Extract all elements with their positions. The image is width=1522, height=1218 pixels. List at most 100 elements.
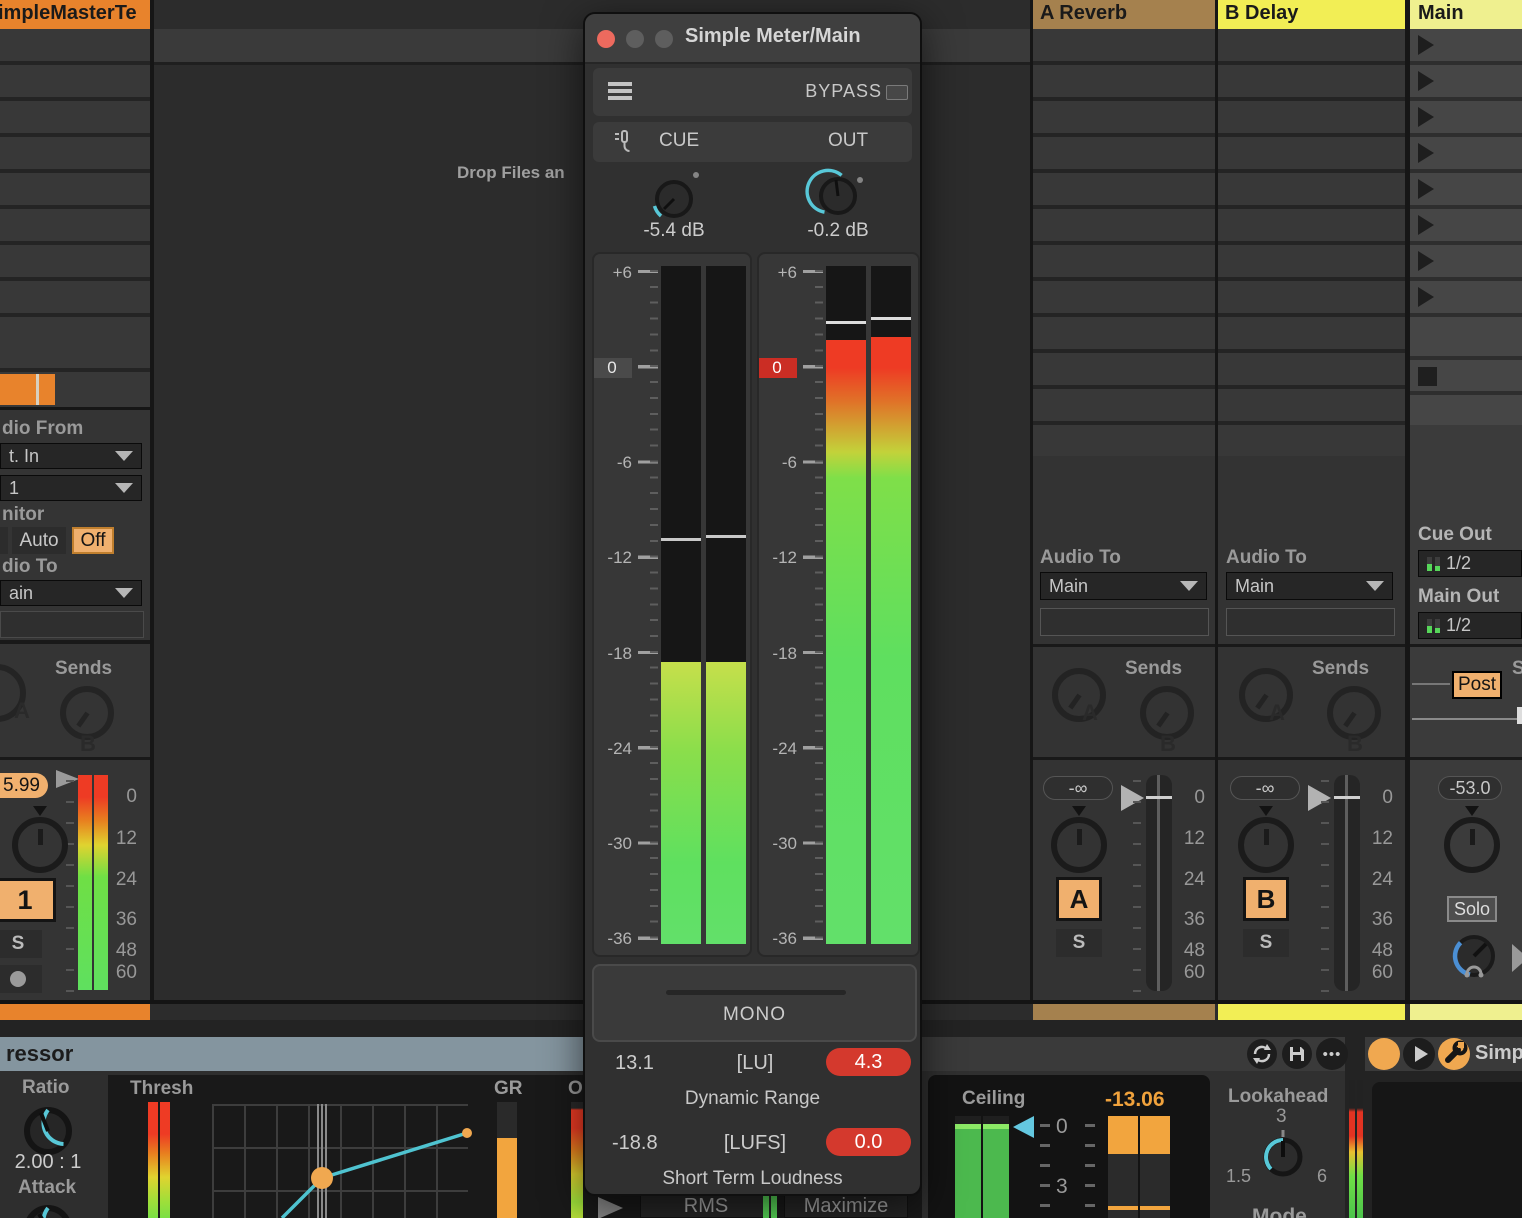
ratio-value[interactable]: 2.00 : 1 bbox=[8, 1151, 88, 1174]
rms-button[interactable]: RMS bbox=[640, 1194, 772, 1218]
volume-value-main[interactable]: -53.0 bbox=[1438, 776, 1502, 800]
chain-meter-l bbox=[1349, 1080, 1355, 1218]
audio-to-label-return-b: Audio To bbox=[1226, 547, 1307, 569]
clip-orange[interactable] bbox=[0, 374, 55, 405]
track-header-main[interactable]: Main bbox=[1410, 0, 1522, 29]
maximize-button[interactable]: Maximize bbox=[784, 1194, 908, 1218]
pan-knob-return-b[interactable] bbox=[1238, 817, 1294, 873]
clip-slots-return-a[interactable] bbox=[1033, 29, 1215, 456]
lookahead-value[interactable]: 3 bbox=[1276, 1106, 1287, 1128]
scene-slot[interactable] bbox=[1410, 395, 1522, 425]
scene-stop-slot[interactable] bbox=[1410, 360, 1522, 395]
lookahead-knob[interactable] bbox=[1257, 1130, 1309, 1182]
play-icon[interactable] bbox=[1403, 1038, 1435, 1070]
monitor-off-button[interactable]: Off bbox=[72, 527, 114, 554]
track-header-return-b[interactable]: B Delay bbox=[1218, 0, 1405, 29]
ceiling-handle[interactable] bbox=[1013, 1116, 1034, 1138]
send-a-letter: A bbox=[1269, 700, 1285, 726]
scene-slot-tall[interactable] bbox=[1410, 317, 1522, 360]
volume-value-return-a[interactable]: -∞ bbox=[1043, 776, 1113, 800]
track-header-return-a[interactable]: A Reverb bbox=[1033, 0, 1215, 29]
db-48: 48 bbox=[97, 940, 137, 962]
track-name-main: Main bbox=[1418, 2, 1464, 25]
wrench-icon[interactable] bbox=[1438, 1038, 1470, 1070]
out-value[interactable]: -0.2 dB bbox=[798, 220, 878, 242]
more-options-icon[interactable]: ••• bbox=[1316, 1038, 1348, 1070]
scene-play-button[interactable] bbox=[1418, 287, 1434, 307]
audio-to-dropdown-return-b[interactable]: Main bbox=[1226, 572, 1393, 600]
plugin-window[interactable]: Simple Meter/Main BYPASS CUE OUT bbox=[583, 12, 922, 1196]
output-sub-box[interactable] bbox=[1040, 608, 1209, 636]
volume-value-return-b[interactable]: -∞ bbox=[1230, 776, 1300, 800]
scene-play-button[interactable] bbox=[1418, 215, 1434, 235]
output-sub-box[interactable] bbox=[1226, 608, 1395, 636]
scene-play-button[interactable] bbox=[1418, 35, 1434, 55]
track-activator-return-b[interactable]: B bbox=[1243, 877, 1289, 921]
clip-slots-return-b[interactable] bbox=[1218, 29, 1405, 456]
meter-ticks bbox=[1321, 780, 1329, 992]
scene-play-button[interactable] bbox=[1418, 107, 1434, 127]
monitor-in-button[interactable] bbox=[0, 527, 8, 554]
clip-slot-tall[interactable] bbox=[0, 317, 150, 372]
cue-knob[interactable] bbox=[650, 175, 698, 223]
audio-to-dropdown-return-a[interactable]: Main bbox=[1040, 572, 1207, 600]
channel-dropdown[interactable]: 1 bbox=[0, 475, 142, 501]
mono-panel[interactable]: MONO bbox=[592, 964, 917, 1042]
main-out-selector[interactable]: 1/2 bbox=[1418, 612, 1522, 639]
device-on-button[interactable] bbox=[1368, 1038, 1400, 1070]
post-toggle-a[interactable]: Post bbox=[1452, 671, 1502, 699]
input-dropdown[interactable]: t. In bbox=[0, 443, 142, 469]
cue-value[interactable]: -5.4 dB bbox=[634, 220, 714, 242]
solo-button-main[interactable]: Solo bbox=[1447, 896, 1497, 922]
output-sub-box[interactable] bbox=[0, 611, 144, 638]
solo-button-return-a[interactable]: S bbox=[1056, 929, 1102, 957]
limiter-gr-meter-l bbox=[1108, 1116, 1138, 1218]
track-header-master[interactable]: impleMasterTe bbox=[0, 0, 150, 29]
monitor-auto-button[interactable]: Auto bbox=[12, 527, 66, 554]
scene-play-button[interactable] bbox=[1418, 71, 1434, 91]
stop-square-icon[interactable] bbox=[1418, 367, 1437, 386]
plugin-title-bar[interactable]: Simple Meter/Main bbox=[585, 14, 920, 64]
track-activator-return-a[interactable]: A bbox=[1056, 877, 1102, 921]
limiter-gain-value[interactable]: -13.06 bbox=[1105, 1088, 1165, 1112]
volume-value-master[interactable]: 5.99 bbox=[0, 773, 48, 798]
pan-knob-return-a[interactable] bbox=[1051, 817, 1107, 873]
output-dropdown-master[interactable]: ain bbox=[0, 580, 142, 606]
cue-out-selector[interactable]: 1/2 bbox=[1418, 550, 1522, 577]
scene-play-button[interactable] bbox=[1418, 179, 1434, 199]
cue-volume-knob[interactable] bbox=[1446, 928, 1502, 984]
resize-triangle[interactable] bbox=[1512, 944, 1522, 972]
track-activator-master[interactable]: 1 bbox=[0, 878, 56, 922]
attack-knob[interactable] bbox=[19, 1200, 77, 1218]
meter-ticks bbox=[66, 780, 74, 992]
peak-hold-line bbox=[871, 317, 911, 320]
out-knob[interactable] bbox=[814, 172, 862, 220]
sends-label-return-a: Sends bbox=[1125, 658, 1182, 680]
solo-button-master[interactable]: S bbox=[0, 930, 42, 958]
save-icon[interactable] bbox=[1281, 1038, 1313, 1070]
pan-knob-main[interactable] bbox=[1444, 817, 1500, 873]
listen-triangle[interactable] bbox=[598, 1197, 623, 1218]
minimize-window-button[interactable] bbox=[626, 30, 644, 48]
scene-play-button[interactable] bbox=[1418, 251, 1434, 271]
cue-out-label: Cue Out bbox=[1418, 524, 1492, 546]
db-36: 36 bbox=[97, 909, 137, 931]
scene-play-button[interactable] bbox=[1418, 143, 1434, 163]
simple-device-title-bar[interactable]: Simpl bbox=[1365, 1037, 1522, 1071]
post-toggle-b-cut[interactable] bbox=[1517, 707, 1522, 724]
clip-slots-master[interactable] bbox=[0, 29, 150, 317]
bypass-toggle[interactable] bbox=[886, 85, 908, 100]
menu-icon[interactable] bbox=[608, 82, 632, 102]
solo-button-return-b[interactable]: S bbox=[1243, 929, 1289, 957]
divider bbox=[1410, 644, 1522, 647]
arm-button-master[interactable] bbox=[0, 965, 42, 993]
close-window-button[interactable] bbox=[597, 30, 615, 48]
zoom-window-button[interactable] bbox=[655, 30, 673, 48]
sync-icon[interactable] bbox=[1246, 1038, 1278, 1070]
limiter-title-bar[interactable]: ••• bbox=[922, 1037, 1345, 1071]
pan-knob-master[interactable] bbox=[12, 817, 68, 873]
db-12: 12 bbox=[97, 828, 137, 850]
compressor-graph[interactable] bbox=[212, 1104, 468, 1218]
width-slider[interactable] bbox=[666, 990, 846, 995]
clip-slot-playing[interactable] bbox=[0, 372, 150, 410]
